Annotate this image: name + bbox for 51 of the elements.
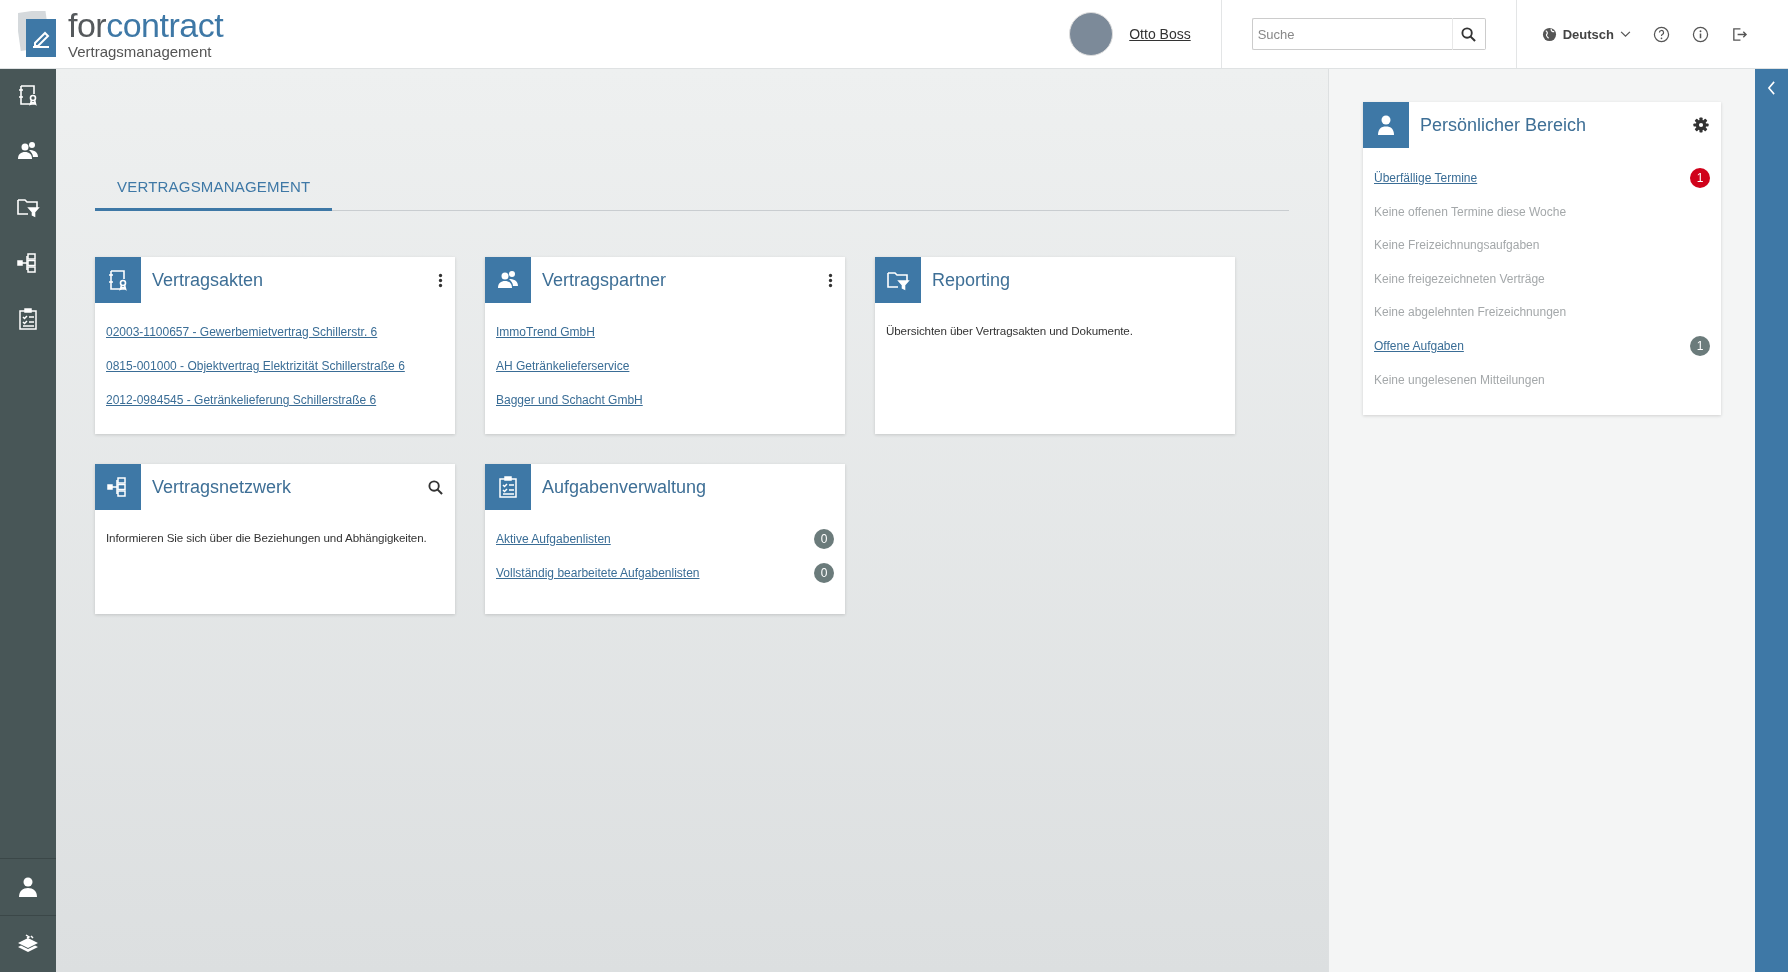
- card-link[interactable]: ImmoTrend GmbH: [496, 325, 595, 339]
- card-title: Vertragsakten: [151, 269, 265, 291]
- globe-icon: [1541, 26, 1557, 42]
- personal-status-text: Keine freigezeichneten Verträge: [1374, 271, 1545, 286]
- app-subtitle: Vertragsmanagement: [68, 43, 213, 60]
- card-description: Übersichten über Vertragsakten und Dokumente.: [886, 324, 1134, 337]
- clipboard-checklist-icon: [496, 475, 520, 499]
- file-ribbon-icon: [106, 268, 130, 292]
- count-badge: 1: [1690, 168, 1710, 188]
- card-title: Persönlicher Bereich: [1419, 114, 1588, 136]
- card-link[interactable]: 2012-0984545 - Getränkelieferung Schillerstraße 6: [106, 393, 377, 407]
- user-name-link[interactable]: Otto Boss: [1129, 26, 1191, 42]
- count-badge: 0: [814, 529, 834, 549]
- logo-wordmark: forcontract: [68, 8, 224, 42]
- personal-link[interactable]: Offene Aufgaben: [1374, 338, 1464, 353]
- card-title: Aufgabenverwaltung: [541, 476, 708, 498]
- logout-icon[interactable]: [1731, 25, 1748, 43]
- card-link[interactable]: AH Getränkelieferservice: [496, 359, 630, 373]
- search-icon: [1461, 26, 1477, 42]
- card-link[interactable]: 02003-1100657 - Gewerbemietvertrag Schillerstr. 6: [106, 325, 378, 339]
- card-title: Reporting: [931, 269, 1012, 291]
- language-dropdown[interactable]: Deutsch: [1541, 26, 1631, 42]
- card-title: Vertragspartner: [541, 269, 668, 291]
- pen-document-logo-icon: [18, 11, 58, 57]
- more-options-icon[interactable]: [828, 272, 833, 288]
- count-badge: 1: [1690, 335, 1710, 356]
- personal-status-text: Keine abgelehnten Freizeichnungen: [1374, 305, 1567, 320]
- file-ribbon-icon[interactable]: [16, 83, 40, 107]
- card-link[interactable]: Vollständig bearbeitete Aufgabenlisten: [496, 566, 700, 580]
- personal-status-text: Keine ungelesenen Mitteilungen: [1374, 372, 1545, 387]
- card-title: Vertragsnetzwerk: [151, 476, 293, 498]
- count-badge: 0: [814, 563, 834, 583]
- personal-status-text: Keine offenen Termine diese Woche: [1374, 204, 1567, 219]
- help-icon[interactable]: [1653, 25, 1670, 43]
- personal-link[interactable]: Überfällige Termine: [1374, 171, 1478, 185]
- card-link[interactable]: Bagger und Schacht GmbH: [496, 393, 643, 407]
- search-icon[interactable]: [428, 479, 443, 495]
- section-tab[interactable]: VERTRAGSMANAGEMENT: [95, 169, 333, 211]
- info-icon[interactable]: [1692, 25, 1709, 43]
- search-button[interactable]: [1451, 18, 1486, 50]
- settings-icon[interactable]: [1693, 117, 1709, 133]
- more-options-icon[interactable]: [438, 272, 443, 288]
- clipboard-checklist-icon[interactable]: [16, 307, 40, 331]
- personal-status-text: Keine Freizeichnungsaufgaben: [1374, 238, 1540, 253]
- chevron-left-icon[interactable]: [1767, 81, 1776, 95]
- caret-icon: [1620, 30, 1631, 38]
- card-link[interactable]: 0815-001000 - Objektvertrag Elektrizität Schillerstraße 6: [106, 359, 405, 373]
- search-field[interactable]: Suche: [1251, 18, 1452, 50]
- card-description: Informieren Sie sich über die Beziehungen und Abhängigkeiten.: [106, 531, 428, 544]
- card-link[interactable]: Aktive Aufgabenlisten: [496, 532, 611, 546]
- user-avatar[interactable]: [1069, 12, 1114, 56]
